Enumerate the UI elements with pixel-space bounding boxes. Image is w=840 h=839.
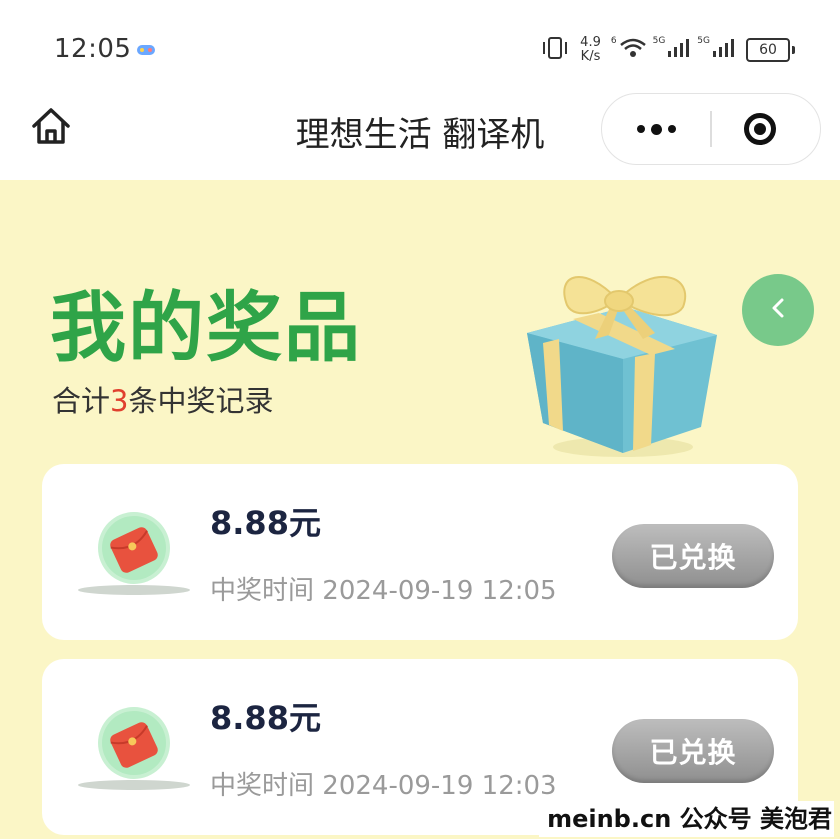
- status-icons: 4.9 K/s 6 5G 5G 60: [540, 32, 795, 68]
- more-icon-dot: [650, 123, 662, 135]
- redeemed-button[interactable]: 已兑换: [612, 524, 774, 588]
- network-type-label-2: 5G: [697, 36, 710, 46]
- summary-suffix: 条中奖记录: [128, 384, 274, 418]
- red-envelope-icon: [72, 697, 192, 797]
- network-type-label: 5G: [652, 36, 666, 46]
- signal-icon: [667, 37, 691, 63]
- network-speed: 4.9 K/s: [580, 36, 601, 64]
- redeemed-button[interactable]: 已兑换: [612, 719, 774, 783]
- summary-text: 合计3条中奖记录: [52, 378, 273, 420]
- prize-time-label: 中奖时间: [210, 576, 315, 606]
- more-button[interactable]: [602, 94, 710, 164]
- speed-value: 4.9: [580, 35, 601, 50]
- mini-program-capsule: [601, 93, 821, 165]
- more-icon: [636, 125, 645, 133]
- wifi-network-label: 6: [610, 36, 617, 46]
- vibrate-icon: [540, 36, 570, 64]
- more-icon-dot: [667, 125, 676, 133]
- page-title: 我的奖品: [50, 283, 362, 372]
- battery-icon: 60: [746, 38, 795, 62]
- prize-time-value: 2024-09-19 12:03: [322, 771, 557, 801]
- watermark: meinb.cn 公众号 美泡君: [539, 801, 834, 837]
- prize-amount: 8.88元: [210, 699, 321, 737]
- close-icon: [744, 113, 776, 145]
- chevron-left-icon: [768, 293, 788, 328]
- wifi-icon: [619, 37, 647, 63]
- game-icon: [136, 42, 156, 62]
- gift-box-illustration: [505, 255, 735, 465]
- status-bar: 12:05 4.9 K/s 6 5G 5G 60: [0, 0, 840, 95]
- prize-card: 8.88元 中奖时间 2024-09-19 12:05 已兑换: [42, 464, 798, 640]
- close-button[interactable]: [738, 107, 782, 151]
- prize-time: 中奖时间 2024-09-19 12:03: [210, 765, 557, 802]
- prize-time: 中奖时间 2024-09-19 12:05: [210, 570, 557, 607]
- speed-unit: K/s: [580, 49, 601, 64]
- capsule-divider: [710, 111, 712, 147]
- nav-bar: 理想生活 翻译机: [0, 93, 840, 180]
- summary-prefix: 合计: [52, 384, 111, 418]
- prize-amount: 8.88元: [210, 504, 321, 542]
- back-button[interactable]: [742, 274, 814, 346]
- signal-icon-2: [712, 37, 736, 63]
- summary-count: 3: [110, 384, 129, 418]
- prize-time-label: 中奖时间: [210, 771, 315, 801]
- red-envelope-icon: [72, 502, 192, 602]
- prize-time-value: 2024-09-19 12:05: [322, 576, 557, 606]
- status-time: 12:05: [54, 34, 132, 64]
